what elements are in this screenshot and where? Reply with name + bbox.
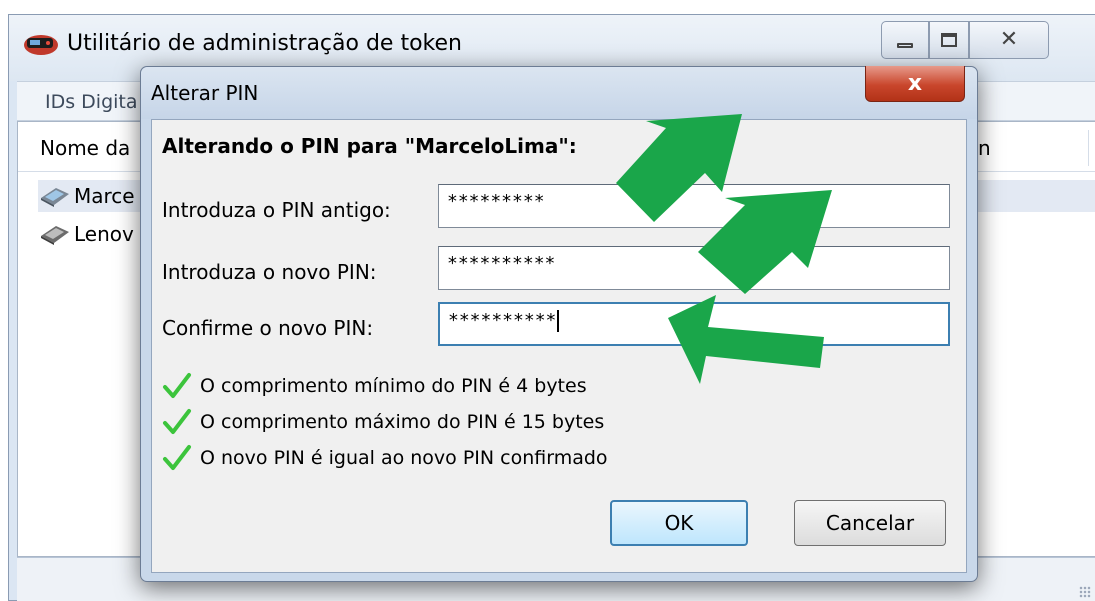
- token-device-icon: [41, 188, 69, 207]
- confirm-pin-value: **********: [448, 310, 557, 331]
- resize-grip[interactable]: [1079, 586, 1091, 598]
- menu-ids-digitais[interactable]: IDs Digita: [45, 91, 138, 113]
- old-pin-label: Introduza o PIN antigo:: [162, 198, 391, 222]
- column-separator[interactable]: [1088, 130, 1089, 166]
- new-pin-value: **********: [447, 253, 556, 274]
- check-icon: [163, 373, 191, 398]
- rule-text: O comprimento máximo do PIN é 15 bytes: [200, 411, 605, 433]
- rule-text: O novo PIN é igual ao novo PIN confirmad…: [200, 447, 608, 469]
- new-pin-input[interactable]: **********: [438, 246, 950, 290]
- ok-button[interactable]: OK: [610, 500, 748, 546]
- confirm-pin-label: Confirme o novo PIN:: [162, 316, 374, 340]
- dialog-heading: Alterando o PIN para "MarceloLima":: [162, 134, 577, 158]
- main-close-button[interactable]: ✕: [969, 21, 1049, 59]
- check-icon: [163, 409, 191, 434]
- pin-rule-min-length: O comprimento mínimo do PIN é 4 bytes: [162, 372, 587, 400]
- change-pin-dialog: Alterar PIN x Alterando o PIN para "Marc…: [140, 66, 978, 582]
- dialog-close-button[interactable]: x: [865, 66, 965, 102]
- list-item-label: Marce: [74, 184, 135, 208]
- minimize-button[interactable]: [881, 21, 929, 59]
- column-header-name[interactable]: Nome da: [40, 136, 130, 160]
- token-device-icon: [41, 226, 69, 245]
- list-item-label: Lenov: [74, 222, 134, 246]
- dialog-titlebar[interactable]: Alterar PIN: [141, 67, 977, 119]
- pin-rule-max-length: O comprimento máximo do PIN é 15 bytes: [162, 408, 604, 436]
- column-header-partial[interactable]: n: [978, 136, 991, 160]
- dialog-title: Alterar PIN: [151, 81, 259, 105]
- maximize-icon: [941, 33, 957, 47]
- close-icon: x: [907, 71, 923, 96]
- rule-text: O comprimento mínimo do PIN é 4 bytes: [200, 375, 587, 397]
- text-caret: [557, 310, 560, 332]
- main-window-title: Utilitário de administração de token: [67, 31, 462, 56]
- new-pin-label: Introduza o novo PIN:: [162, 260, 377, 284]
- minimize-icon: [897, 42, 913, 48]
- dialog-body: Alterando o PIN para "MarceloLima": Intr…: [151, 119, 967, 573]
- old-pin-input[interactable]: *********: [438, 184, 950, 228]
- confirm-pin-input[interactable]: **********: [438, 302, 950, 346]
- app-token-icon: [24, 35, 58, 55]
- maximize-button[interactable]: [929, 21, 969, 59]
- cancel-button[interactable]: Cancelar: [794, 500, 946, 546]
- close-icon: ✕: [999, 27, 1019, 52]
- check-icon: [163, 445, 191, 470]
- old-pin-value: *********: [447, 191, 545, 212]
- pin-rule-match: O novo PIN é igual ao novo PIN confirmad…: [162, 444, 608, 472]
- list-item[interactable]: Lenov: [38, 218, 134, 250]
